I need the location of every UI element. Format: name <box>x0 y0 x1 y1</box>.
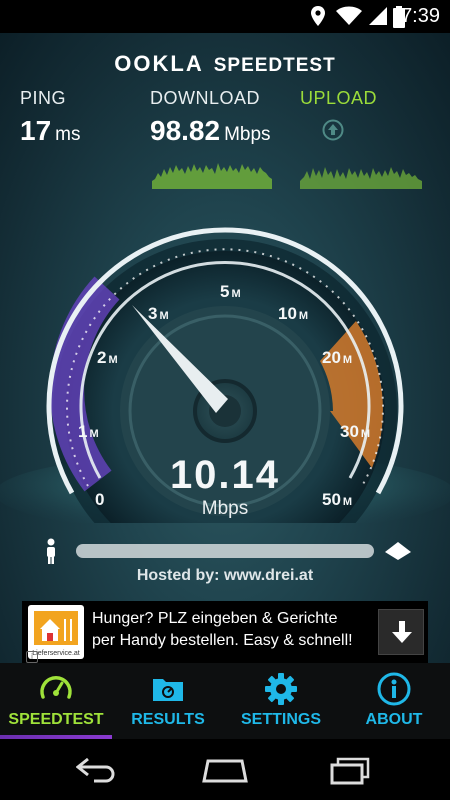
ad-line-2: per Handy bestellen. Easy & schnell! <box>92 632 353 649</box>
download-stat: DOWNLOAD 98.82 Mbps <box>150 88 271 147</box>
ping-value: 17 <box>20 115 52 146</box>
ad-download-button[interactable] <box>378 609 424 655</box>
info-icon <box>377 672 411 706</box>
status-bar: 7:39 <box>0 0 450 33</box>
ping-label: PING <box>20 88 67 108</box>
tab-settings[interactable]: SETTINGS <box>225 663 337 739</box>
test-progress <box>0 536 450 566</box>
folder-icon <box>153 679 183 701</box>
download-arrow-icon <box>392 621 412 643</box>
current-speed-unit: Mbps <box>201 498 249 519</box>
ad-line-1: Hunger? PLZ eingeben & Gerichte <box>92 610 338 627</box>
gear-icon <box>265 673 297 705</box>
current-speed-value: 10.14 <box>169 453 281 497</box>
download-unit: Mbps <box>224 124 271 145</box>
ping-unit: ms <box>55 124 81 145</box>
recents-icon[interactable] <box>328 757 372 785</box>
tab-speedtest[interactable]: SPEEDTEST <box>0 663 112 739</box>
brand-ookla: OOKLA <box>114 51 204 76</box>
tab-results[interactable]: RESULTS <box>112 663 224 739</box>
person-icon <box>47 538 55 564</box>
speedometer-icon <box>40 676 72 699</box>
system-nav-bar <box>0 739 450 800</box>
signal-icon <box>369 7 387 25</box>
back-icon[interactable] <box>76 757 120 783</box>
upload-graph <box>300 167 422 189</box>
ad-banner[interactable]: Lieferservice.at Hunger? PLZ eingeben & … <box>22 601 428 663</box>
hosted-by-label: Hosted by: www.drei.at <box>136 567 314 584</box>
download-graph <box>152 163 272 189</box>
house-food-icon <box>34 611 78 645</box>
wifi-icon <box>336 6 362 25</box>
speedtest-screen: OOKLA SPEEDTEST PING 17 ms DOWNLOAD 98.82 M… <box>0 33 450 663</box>
ping-stat: PING 17 ms <box>20 88 80 147</box>
bottom-tab-bar: SPEEDTEST RESULTS SETTINGS ABOUT <box>0 663 450 739</box>
tab-settings-label: SETTINGS <box>240 711 321 728</box>
location-icon <box>311 6 325 26</box>
clock: 7:39 <box>401 5 440 27</box>
progress-bar <box>76 544 374 558</box>
upload-arrow-icon <box>322 119 344 141</box>
tab-about[interactable]: ABOUT <box>338 663 450 739</box>
server-icon <box>385 542 411 560</box>
download-label: DOWNLOAD <box>150 88 261 108</box>
upload-stat: UPLOAD <box>300 88 377 109</box>
app-logo: OOKLA SPEEDTEST <box>0 51 450 77</box>
home-icon[interactable] <box>200 757 250 783</box>
ad-text[interactable]: Hunger? PLZ eingeben & Gerichte per Hand… <box>92 608 382 652</box>
tab-speedtest-label: SPEEDTEST <box>8 711 104 728</box>
ad-info-icon[interactable]: i <box>26 651 38 663</box>
tab-results-label: RESULTS <box>131 711 205 728</box>
download-value: 98.82 <box>150 115 221 146</box>
tab-about-label: ABOUT <box>365 711 423 728</box>
brand-speedtest: SPEEDTEST <box>213 55 336 76</box>
upload-label: UPLOAD <box>300 88 378 108</box>
